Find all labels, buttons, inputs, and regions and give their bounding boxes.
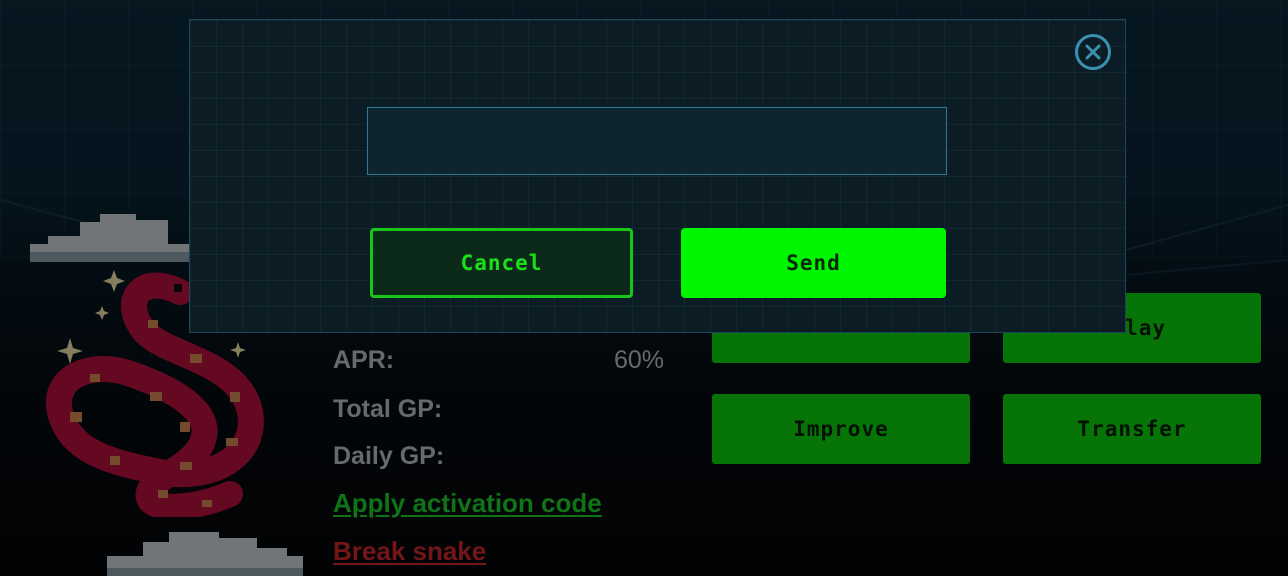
cancel-button[interactable]: Cancel <box>370 228 633 298</box>
close-button[interactable] <box>1075 34 1111 70</box>
send-button[interactable]: Send <box>681 228 946 298</box>
activation-code-modal: Cancel Send <box>189 19 1126 333</box>
activation-code-input[interactable] <box>367 107 947 175</box>
send-button-label: Send <box>786 251 841 275</box>
cancel-button-label: Cancel <box>460 251 543 275</box>
close-icon <box>1085 44 1101 60</box>
